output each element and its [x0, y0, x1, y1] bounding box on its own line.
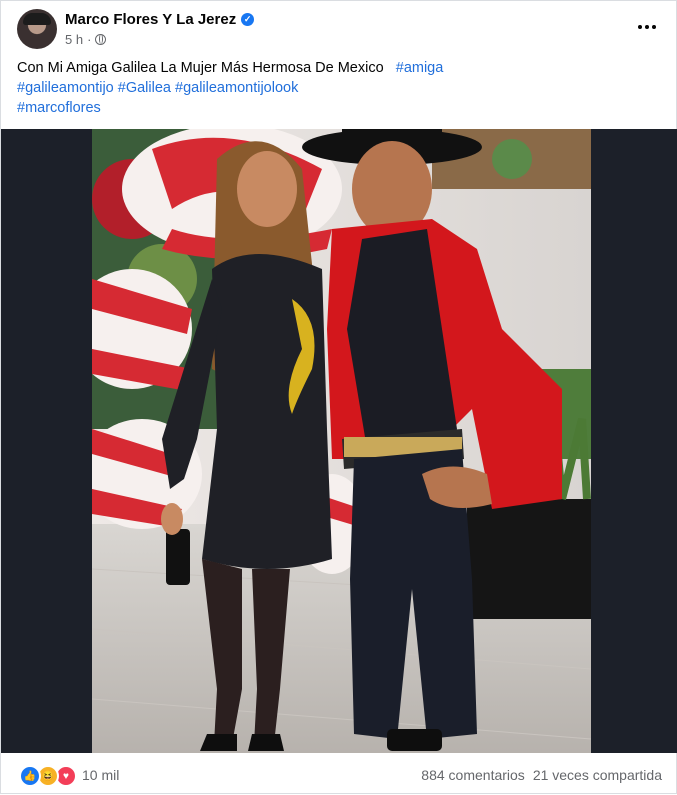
post-header: Marco Flores Y La Jerez ✓ 5 h ·	[1, 1, 676, 53]
photo-illustration	[92, 129, 591, 753]
post-footer: 👍 😆 ♥ 10 mil 884 comentarios 21 veces co…	[1, 753, 676, 795]
post-photo-container[interactable]	[1, 129, 677, 753]
hashtag-galilea[interactable]: #Galilea	[118, 80, 171, 96]
caption-text: Con Mi Amiga Galilea La Mujer Más Hermos…	[17, 60, 384, 76]
post-meta: 5 h ·	[65, 32, 107, 47]
verified-badge-icon: ✓	[241, 13, 255, 26]
hashtag-galileamontijolook[interactable]: #galileamontijolook	[175, 80, 298, 96]
meta-separator: ·	[87, 32, 92, 47]
like-icon: 👍	[19, 765, 41, 787]
more-options-icon[interactable]	[632, 15, 662, 39]
reactions-summary[interactable]: 👍 😆 ♥	[19, 765, 77, 787]
post-time[interactable]: 5 h	[65, 32, 83, 47]
author-name[interactable]: Marco Flores Y La Jerez	[65, 11, 236, 28]
hashtag-marcoflores[interactable]: #marcoflores	[17, 100, 101, 116]
engagement-stats: 884 comentarios 21 veces compartida	[421, 767, 662, 783]
post-photo[interactable]	[92, 129, 591, 753]
comments-count[interactable]: 884 comentarios	[421, 767, 525, 783]
reactions-count[interactable]: 10 mil	[82, 767, 119, 783]
author-name-row: Marco Flores Y La Jerez ✓	[65, 11, 255, 28]
author-avatar[interactable]	[17, 9, 57, 49]
globe-icon[interactable]	[95, 34, 107, 45]
facebook-post: Marco Flores Y La Jerez ✓ 5 h · Con Mi A…	[0, 0, 677, 794]
hashtag-amiga[interactable]: #amiga	[396, 60, 444, 76]
hashtag-galileamontijo[interactable]: #galileamontijo	[17, 80, 114, 96]
post-caption: Con Mi Amiga Galilea La Mujer Más Hermos…	[17, 58, 657, 118]
shares-count[interactable]: 21 veces compartida	[533, 767, 662, 783]
